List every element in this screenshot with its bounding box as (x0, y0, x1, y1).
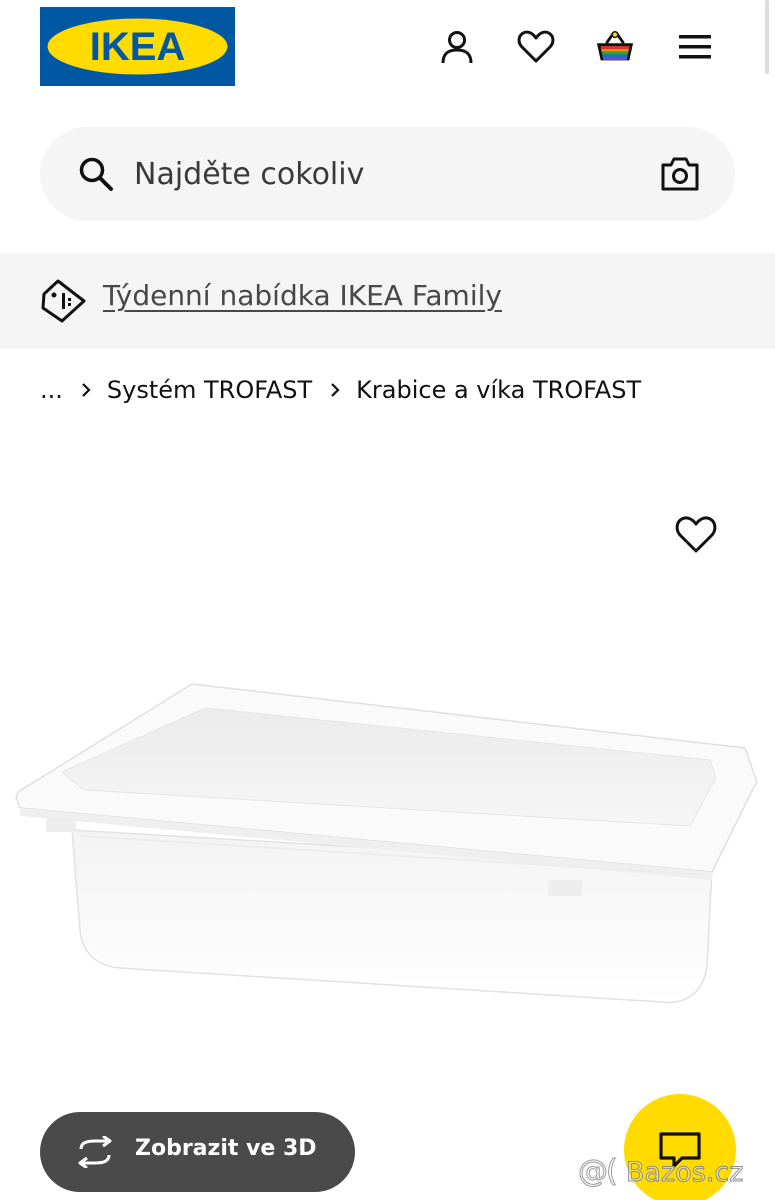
ikea-logo[interactable]: IKEA (40, 7, 235, 86)
breadcrumb-item[interactable]: Krabice a víka TROFAST (356, 376, 641, 404)
wishlist-button[interactable] (516, 27, 556, 67)
heart-icon[interactable] (675, 515, 717, 555)
search-bar[interactable] (40, 127, 735, 221)
basket-icon (596, 31, 634, 61)
breadcrumb: ... Systém TROFAST Krabice a víka TROFAS… (40, 370, 641, 410)
camera-icon[interactable] (660, 155, 700, 193)
svg-text:(: ( (606, 1154, 618, 1189)
scrollbar[interactable] (765, 0, 769, 74)
search-input[interactable] (134, 149, 634, 199)
menu-icon (679, 35, 711, 59)
product-page: IKEA Najděte cokoliv Týdenní nabídka IKE… (0, 0, 775, 1200)
view-3d-button[interactable]: Zobrazit ve 3D (40, 1112, 355, 1192)
view-3d-label: Zobrazit ve 3D (135, 1136, 317, 1161)
user-icon (441, 31, 473, 64)
search-icon[interactable] (78, 156, 114, 192)
breadcrumb-item[interactable]: Systém TROFAST (107, 376, 312, 404)
basket-button[interactable] (595, 27, 635, 67)
product-image[interactable] (0, 640, 775, 1080)
menu-button[interactable] (675, 27, 715, 67)
chevron-right-icon (330, 382, 340, 398)
watermark-text: Bazos.cz (626, 1157, 743, 1188)
chevron-right-icon (81, 382, 91, 398)
breadcrumb-item[interactable]: ... (40, 376, 63, 404)
heart-icon (517, 30, 555, 63)
logo-text: IKEA (90, 25, 186, 69)
price-tag-icon (41, 279, 86, 323)
rotate-3d-icon (78, 1136, 112, 1168)
family-offer-banner: Týdenní nabídka IKEA Family (0, 253, 775, 349)
family-offer-link[interactable]: Týdenní nabídka IKEA Family (103, 279, 502, 312)
account-button[interactable] (437, 27, 477, 67)
watermark: @ ( Bazos.cz (578, 1154, 744, 1190)
svg-text:@: @ (578, 1154, 608, 1189)
